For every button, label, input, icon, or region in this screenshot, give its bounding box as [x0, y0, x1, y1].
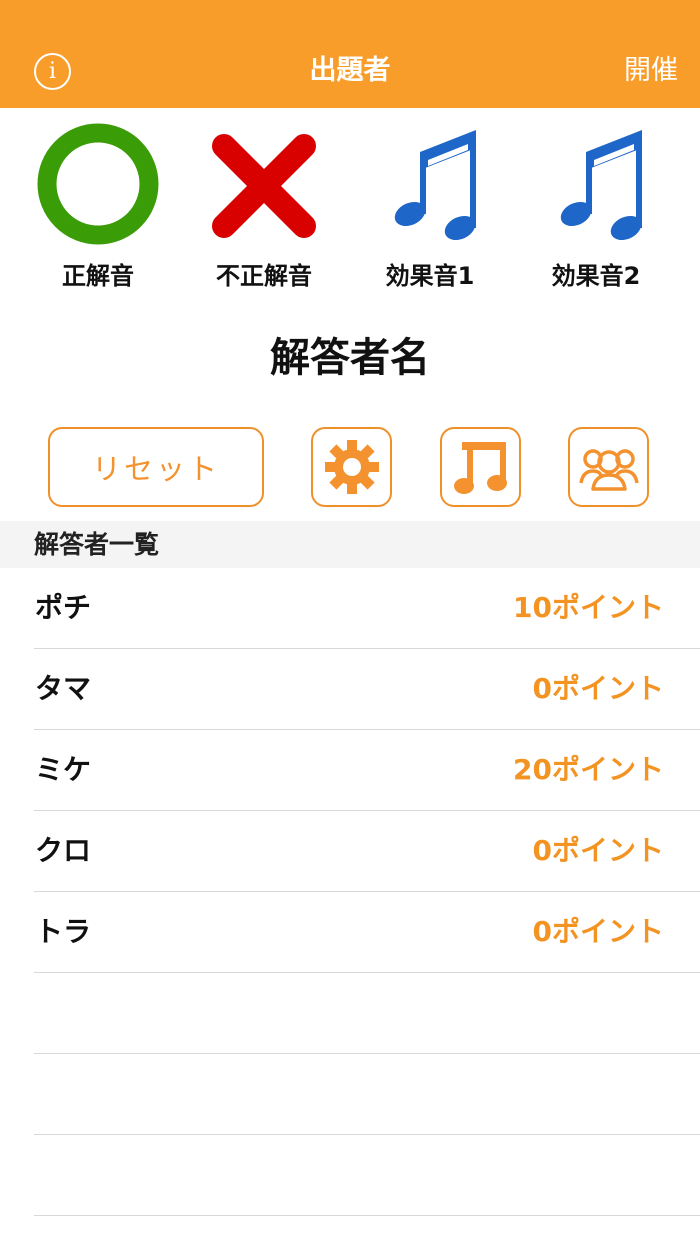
points-label: 20ポイント	[513, 753, 664, 786]
answerer-name-label: ポチ	[35, 591, 92, 624]
wrong-sound-button[interactable]: 不正解音	[184, 122, 344, 302]
group-button[interactable]	[568, 427, 649, 507]
list-item[interactable]: ポチ 10ポイント	[0, 568, 700, 649]
gear-icon	[324, 440, 379, 494]
empty-list-item	[0, 1054, 700, 1135]
group-icon	[578, 449, 639, 491]
list-item[interactable]: ミケ 20ポイント	[0, 730, 700, 811]
correct-sound-label: 正解音	[62, 262, 134, 290]
reset-button[interactable]: リセット	[48, 427, 264, 507]
cross-wrong-icon	[212, 134, 316, 238]
section-title: 解答者一覧	[34, 530, 160, 559]
navigation-bar: i 出題者 開催	[0, 0, 700, 108]
points-label: 0ポイント	[532, 672, 664, 705]
effect-sound-1-button[interactable]: 効果音1	[350, 122, 510, 302]
empty-list-item	[0, 1135, 700, 1216]
points-label: 0ポイント	[532, 834, 664, 867]
music-note-icon	[453, 442, 507, 494]
points-label: 0ポイント	[532, 915, 664, 948]
list-item[interactable]: タマ 0ポイント	[0, 649, 700, 730]
effect-sound-1-label: 効果音1	[385, 262, 475, 290]
correct-sound-button[interactable]: 正解音	[18, 122, 178, 302]
list-item[interactable]: トラ 0ポイント	[0, 892, 700, 973]
empty-list-item	[0, 973, 700, 1054]
answerer-name-label: トラ	[35, 915, 92, 948]
music-button[interactable]	[440, 427, 521, 507]
effect-sound-2-label: 効果音2	[551, 262, 641, 290]
list-item[interactable]: クロ 0ポイント	[0, 811, 700, 892]
answerer-name-label: タマ	[35, 672, 92, 705]
wrong-sound-label: 不正解音	[216, 262, 312, 290]
answerer-name: 解答者名	[270, 335, 430, 381]
section-header: 解答者一覧	[0, 521, 700, 568]
page-title: 出題者	[309, 55, 391, 86]
circle-correct-icon	[37, 123, 159, 245]
music-note-icon	[394, 130, 476, 241]
divider	[34, 1215, 700, 1216]
points-label: 10ポイント	[513, 591, 664, 624]
music-note-icon	[560, 130, 642, 241]
settings-button[interactable]	[311, 427, 392, 507]
effect-sound-2-button[interactable]: 効果音2	[516, 122, 676, 302]
host-button[interactable]: 開催	[624, 52, 678, 90]
answerer-name-label: ミケ	[35, 753, 92, 786]
answerer-name-label: クロ	[35, 834, 92, 867]
